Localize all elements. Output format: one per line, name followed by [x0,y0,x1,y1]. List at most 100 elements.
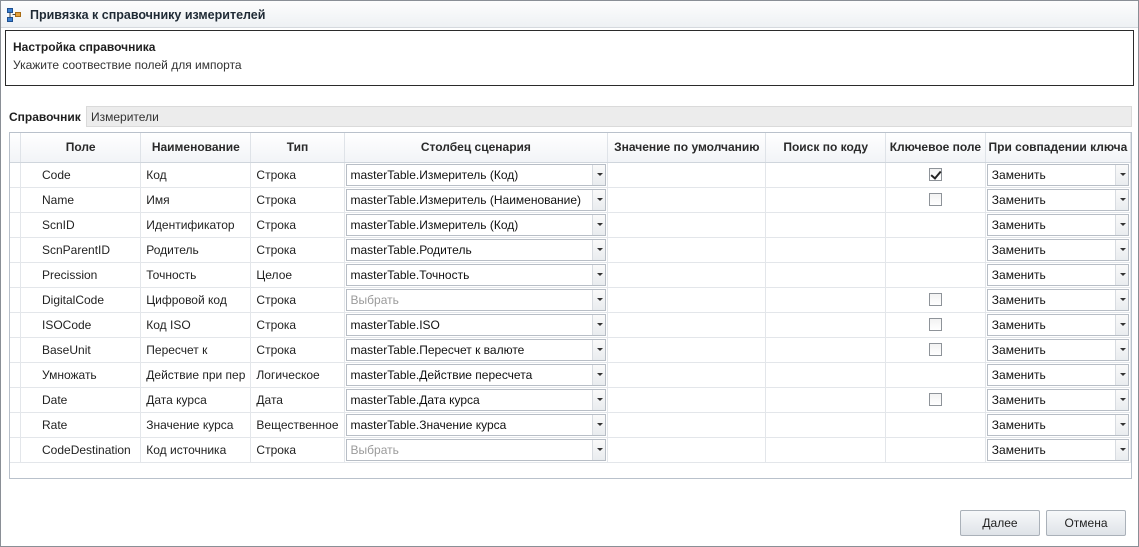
table-row[interactable]: ScnID Идентификатор Строка masterTable.Изме… [10,212,1132,238]
on-match-select[interactable]: Заменить [986,238,1129,261]
chevron-down-icon[interactable] [592,314,606,335]
next-button[interactable]: Далее [960,510,1040,536]
chevron-down-icon[interactable] [592,439,606,460]
cell-search-by-code[interactable] [765,362,886,388]
chevron-down-icon[interactable] [592,389,606,410]
chevron-down-icon[interactable] [1115,339,1128,360]
cell-default-value[interactable] [607,237,767,263]
column-header-source[interactable]: Столбец сценария [344,133,609,163]
source-column-select[interactable]: masterTable.Значение курса [345,413,607,436]
on-match-select[interactable]: Заменить [986,363,1129,386]
table-row[interactable]: Date Дата курса Дата masterTable.Дата курса… [10,387,1132,413]
chevron-down-icon[interactable] [1115,439,1128,460]
source-column-select[interactable]: Выбрать [345,288,607,311]
cell-default-value[interactable] [607,337,767,363]
cell-default-value[interactable] [607,387,767,413]
table-row[interactable]: BaseUnit Пересчет к Строка masterTable.Пере… [10,337,1132,363]
cell-search-by-code[interactable] [765,262,886,288]
table-row[interactable]: Rate Значение курса Вещественное masterTabl… [10,412,1132,438]
key-field-checkbox[interactable] [928,168,942,181]
column-header-default[interactable]: Значение по умолчанию [607,133,767,163]
cell-search-by-code[interactable] [765,412,886,438]
on-match-select[interactable]: Заменить [986,163,1129,186]
cell-search-by-code[interactable] [765,387,886,413]
chevron-down-icon[interactable] [1115,264,1128,285]
key-field-checkbox[interactable] [928,293,942,306]
chevron-down-icon[interactable] [592,289,606,310]
on-match-select[interactable]: Заменить [986,438,1129,461]
on-match-select[interactable]: Заменить [986,263,1129,286]
column-header-onmatch[interactable]: При совпадении ключа [985,133,1132,163]
table-row[interactable]: DigitalCode Цифровой код Строка Выбрать Заме… [10,287,1132,313]
chevron-down-icon[interactable] [1115,164,1128,185]
cell-default-value[interactable] [607,312,767,338]
source-column-select[interactable]: masterTable.Родитель [345,238,607,261]
chevron-down-icon[interactable] [592,239,606,260]
cancel-button[interactable]: Отмена [1046,510,1126,536]
key-field-checkbox[interactable] [928,343,942,356]
table-row[interactable]: ISOCode Код ISO Строка masterTable.ISO Замен… [10,312,1132,338]
source-column-select[interactable]: masterTable.Измеритель (Код) [345,213,607,236]
on-match-select[interactable]: Заменить [986,338,1129,361]
chevron-down-icon[interactable] [592,339,606,360]
on-match-select[interactable]: Заменить [986,188,1129,211]
cell-search-by-code[interactable] [765,187,886,213]
source-column-select[interactable]: masterTable.Пересчет к валюте [345,338,607,361]
chevron-down-icon[interactable] [1115,289,1128,310]
table-row[interactable]: Code Код Строка masterTable.Измеритель (Код… [10,162,1132,188]
cell-default-value[interactable] [607,437,767,463]
cell-default-value[interactable] [607,362,767,388]
column-header-field[interactable]: Поле [20,133,142,163]
on-match-select[interactable]: Заменить [986,388,1129,411]
source-column-select[interactable]: masterTable.Дата курса [345,388,607,411]
source-column-select[interactable]: Выбрать [345,438,607,461]
chevron-down-icon[interactable] [592,214,606,235]
source-column-select[interactable]: masterTable.Действие пересчета [345,363,607,386]
cell-search-by-code[interactable] [765,287,886,313]
column-header-key[interactable]: Ключевое поле [885,133,986,163]
table-row[interactable]: Name Имя Строка masterTable.Измеритель (Наи… [10,187,1132,213]
cell-default-value[interactable] [607,212,767,238]
chevron-down-icon[interactable] [1115,364,1128,385]
cell-default-value[interactable] [607,187,767,213]
source-column-select[interactable]: masterTable.ISO [345,313,607,336]
cell-search-by-code[interactable] [765,312,886,338]
chevron-down-icon[interactable] [1115,214,1128,235]
chevron-down-icon[interactable] [592,264,606,285]
cell-search-by-code[interactable] [765,212,886,238]
chevron-down-icon[interactable] [1115,239,1128,260]
chevron-down-icon[interactable] [1115,189,1128,210]
cell-search-by-code[interactable] [765,237,886,263]
key-field-checkbox[interactable] [928,193,942,206]
on-match-select[interactable]: Заменить [986,413,1129,436]
chevron-down-icon[interactable] [592,164,606,185]
table-row[interactable]: ScnParentID Родитель Строка masterTable.Род… [10,237,1132,263]
column-header-name[interactable]: Наименование [140,133,252,163]
chevron-down-icon[interactable] [1115,414,1128,435]
table-row[interactable]: Precission Точность Целое masterTable.Точно… [10,262,1132,288]
source-column-select[interactable]: masterTable.Измеритель (Код) [345,163,607,186]
column-header-type[interactable]: Тип [250,133,345,163]
chevron-down-icon[interactable] [592,364,606,385]
cell-search-by-code[interactable] [765,437,886,463]
column-header-search[interactable]: Поиск по коду [765,133,886,163]
source-column-select[interactable]: masterTable.Точность [345,263,607,286]
chevron-down-icon[interactable] [1115,389,1128,410]
chevron-down-icon[interactable] [592,189,606,210]
table-row[interactable]: Умножать Действие при пер Логическое master… [10,362,1132,388]
chevron-down-icon[interactable] [1115,314,1128,335]
cell-default-value[interactable] [607,162,767,188]
cell-search-by-code[interactable] [765,337,886,363]
cell-default-value[interactable] [607,412,767,438]
on-match-select[interactable]: Заменить [986,213,1129,236]
source-column-select[interactable]: masterTable.Измеритель (Наименование) [345,188,607,211]
key-field-checkbox[interactable] [928,318,942,331]
cell-default-value[interactable] [607,262,767,288]
on-match-select[interactable]: Заменить [986,313,1129,336]
chevron-down-icon[interactable] [592,414,606,435]
on-match-select[interactable]: Заменить [986,288,1129,311]
cell-search-by-code[interactable] [765,162,886,188]
cell-default-value[interactable] [607,287,767,313]
table-row[interactable]: CodeDestination Код источника Строка Выбрат… [10,437,1132,463]
key-field-checkbox[interactable] [928,393,942,406]
